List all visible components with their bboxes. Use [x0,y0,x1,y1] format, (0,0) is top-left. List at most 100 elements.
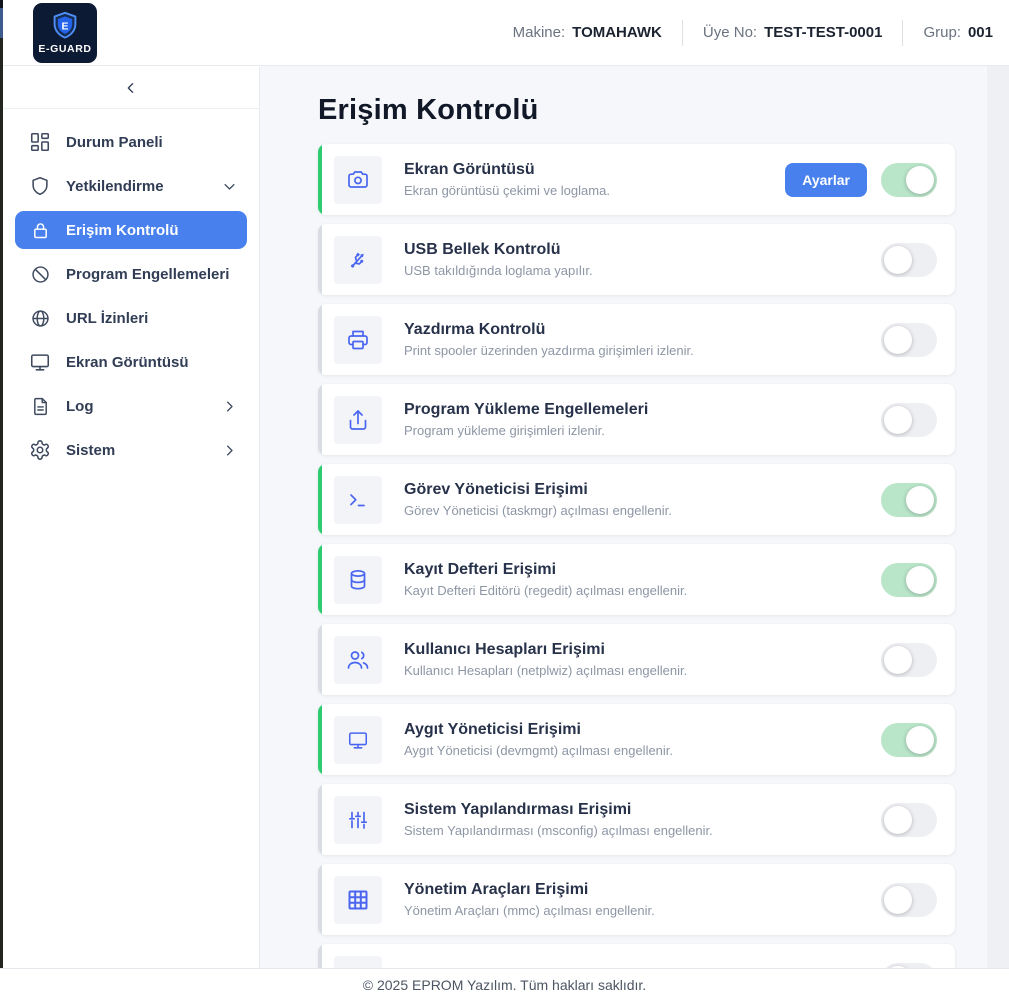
card-description: Kullanıcı Hesapları (netplwiz) açılması … [404,663,687,678]
card-title: Yönetim Araçları Erişimi [404,881,655,899]
sidebar-item-url-i-zinleri[interactable]: URL İzinleri [15,299,247,337]
sidebar-item-label: Program Engellemeleri [66,266,229,283]
toggle-switch[interactable] [881,243,937,277]
page-title: Erişim Kontrolü [318,94,955,127]
toggle-switch[interactable] [881,883,937,917]
group-info: Grup:001 [923,24,993,41]
sidebar-item-label: URL İzinleri [66,310,148,327]
toggle-switch[interactable] [881,723,937,757]
toggle-knob [884,886,912,914]
setting-card-kullan-c-hesaplar-eri-imi: Kullanıcı Hesapları ErişimiKullanıcı Hes… [318,624,955,695]
toggle-knob [906,486,934,514]
sidebar-item-durum-paneli[interactable]: Durum Paneli [15,123,247,161]
svg-text:E: E [62,22,69,33]
sidebar-item-program-engellemeleri[interactable]: Program Engellemeleri [15,255,247,293]
sidebar-item-label: Sistem [66,442,115,459]
card-controls [881,803,937,837]
shield-icon [29,175,51,197]
toggle-knob [884,646,912,674]
member-info: Üye No:TEST-TEST-0001 [703,24,883,41]
dashboard-icon [29,131,51,153]
sidebar-item-log[interactable]: Log [15,387,247,425]
footer: © 2025 EPROM Yazılım. Tüm hakları saklıd… [0,968,1009,1000]
card-controls [881,403,937,437]
chevron-left-icon [123,80,139,96]
sidebar-nav: Durum Paneli Yetkilendirme Erişim Kontrolü… [3,109,259,469]
window-edge-strip [0,0,3,1000]
scrollbar-track[interactable] [987,66,1009,968]
toggle-knob [906,166,934,194]
card-description: Print spooler üzerinden yazdırma girişim… [404,343,694,358]
setting-card-sistem-yap-land-rmas-eri-imi: Sistem Yapılandırması ErişimiSistem Yapı… [318,784,955,855]
chevron-right-icon [222,443,237,458]
card-title: USB Bellek Kontrolü [404,241,593,259]
card-description: USB takıldığında loglama yapılır. [404,263,593,278]
toggle-switch[interactable] [881,323,937,357]
toggle-knob [884,406,912,434]
toggle-switch[interactable] [881,563,937,597]
card-text: Yazdırma KontrolüPrint spooler üzerinden… [404,321,694,358]
card-text: Yönetim Araçları Erişimi Yönetim Araçları… [404,881,655,918]
terminal-icon [334,476,382,524]
database-icon [334,556,382,604]
gear-icon [29,439,51,461]
sidebar-collapse-button[interactable] [3,67,259,109]
gear-icon [334,956,382,969]
setting-card-ekran-g-r-nt-s: Ekran GörüntüsüEkran görüntüsü çekimi ve… [318,144,955,215]
card-text: Görev Yöneticisi ErişimiGörev Yöneticisi… [404,481,672,518]
setting-card-program-y-kleme-engellemeleri: Program Yükleme EngellemeleriProgram yük… [318,384,955,455]
card-description: Kayıt Defteri Editörü (regedit) açılması… [404,583,687,598]
card-controls [881,883,937,917]
sidebar-item-label: Durum Paneli [66,134,163,151]
setting-card-ayarlar-eri-imi: Ayarlar Erişimi [318,944,955,968]
setting-card-ayg-t-y-neticisi-eri-imi: Aygıt Yöneticisi ErişimiAygıt Yöneticisi… [318,704,955,775]
setting-card-usb-bellek-kontrol: USB Bellek Kontrolü USB takıldığında logl… [318,224,955,295]
toggle-switch[interactable] [881,643,937,677]
header-divider [902,20,903,46]
toggle-knob [906,566,934,594]
sidebar-item-sistem[interactable]: Sistem [15,431,247,469]
settings-card-list: Ekran GörüntüsüEkran görüntüsü çekimi ve… [318,144,955,968]
card-controls [881,323,937,357]
grid-icon [334,876,382,924]
globe-icon [29,307,51,329]
settings-button[interactable]: Ayarlar [785,163,867,197]
card-controls [881,563,937,597]
toggle-switch[interactable] [881,403,937,437]
monitor-icon [29,351,51,373]
header-divider [682,20,683,46]
sidebar-item-ekran-g-r-nt-s[interactable]: Ekran Görüntüsü [15,343,247,381]
sidebar-item-label: Yetkilendirme [66,178,164,195]
card-controls [881,723,937,757]
upload-icon [334,396,382,444]
card-text: Aygıt Yöneticisi ErişimiAygıt Yöneticisi… [404,721,673,758]
card-controls [881,643,937,677]
card-description: Görev Yöneticisi (taskmgr) açılması enge… [404,503,672,518]
card-description: Yönetim Araçları (mmc) açılması engellen… [404,903,655,918]
setting-card-yazd-rma-kontrol: Yazdırma KontrolüPrint spooler üzerinden… [318,304,955,375]
sidebar-item-yetkilendirme[interactable]: Yetkilendirme [15,167,247,205]
card-description: Sistem Yapılandırması (msconfig) açılmas… [404,823,713,838]
card-controls [881,243,937,277]
setting-card-y-netim-ara-lar-eri-imi: Yönetim Araçları Erişimi Yönetim Araçları… [318,864,955,935]
card-text: USB Bellek Kontrolü USB takıldığında logl… [404,241,593,278]
camera-icon [334,156,382,204]
machine-info: Makine:TOMAHAWK [513,24,662,41]
sidebar-item-eri-im-kontrol[interactable]: Erişim Kontrolü [15,211,247,249]
top-header: E E-GUARD Makine:TOMAHAWK Üye No:TEST-TE… [3,0,1009,66]
card-text: Kullanıcı Hesapları ErişimiKullanıcı Hes… [404,641,687,678]
toggle-switch[interactable] [881,163,937,197]
content-area: Erişim Kontrolü Ekran GörüntüsüEkran gör… [260,66,1009,968]
card-text: Ekran GörüntüsüEkran görüntüsü çekimi ve… [404,161,610,198]
toggle-switch[interactable] [881,803,937,837]
card-controls: Ayarlar [785,163,937,197]
ban-icon [29,263,51,285]
toggle-switch[interactable] [881,483,937,517]
sliders-icon [334,796,382,844]
card-description: Ekran görüntüsü çekimi ve loglama. [404,183,610,198]
card-title: Aygıt Yöneticisi Erişimi [404,721,673,739]
eguard-logo: E E-GUARD [33,3,97,63]
card-title: Kayıt Defteri Erişimi [404,561,687,579]
sidebar-item-label: Log [66,398,94,415]
setting-card-g-rev-y-neticisi-eri-imi: Görev Yöneticisi ErişimiGörev Yöneticisi… [318,464,955,535]
